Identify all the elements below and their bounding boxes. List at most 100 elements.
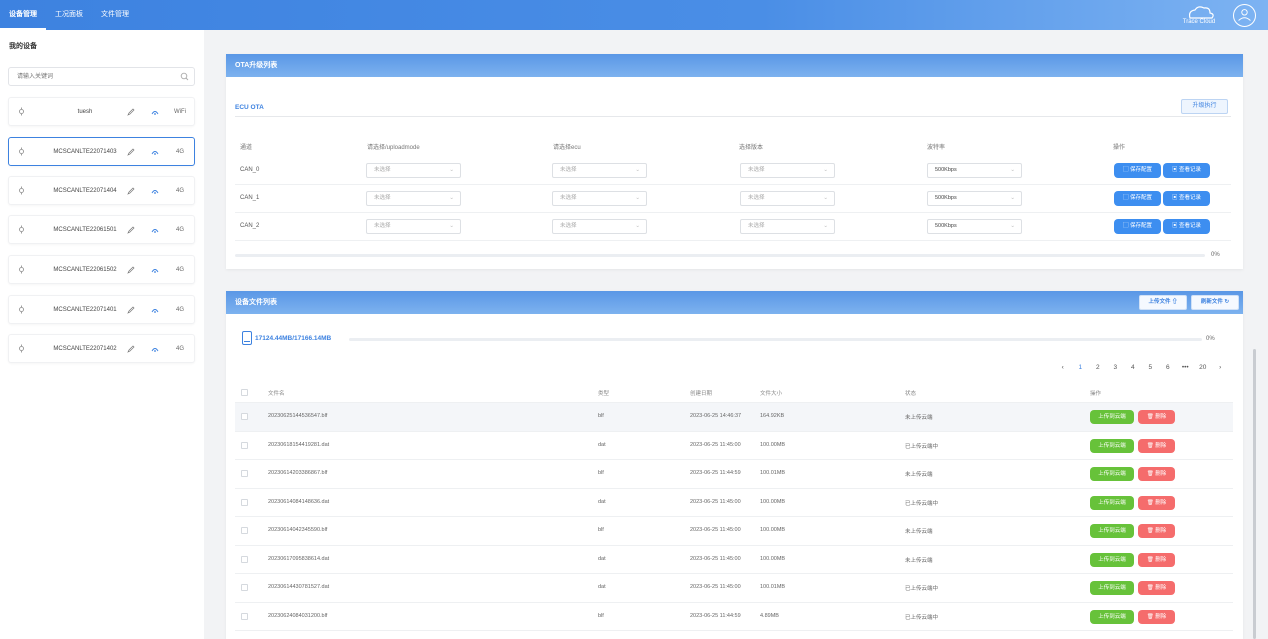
tab-dashboard[interactable]: 工况面板 [46, 0, 92, 30]
upload-mode-select[interactable]: 未选择 ⌄ [366, 219, 461, 234]
device-name: MCSCANLTE22071403 [53, 148, 117, 155]
row-checkbox[interactable] [241, 555, 248, 563]
upload-cloud-button[interactable]: 上传到云端 [1090, 438, 1134, 453]
delete-button[interactable]: 🗑 删除 [1138, 410, 1175, 424]
tab-file-management[interactable]: 文件管理 [92, 0, 138, 30]
user-avatar-icon[interactable] [1233, 4, 1256, 27]
row-checkbox[interactable] [241, 413, 248, 420]
pager-page[interactable]: 3 [1107, 364, 1125, 371]
view-record-button[interactable]: ▣ 查看记录 [1163, 163, 1210, 178]
ota-header-ecu: 请选择ecu [553, 145, 581, 151]
row-checkbox[interactable] [241, 527, 248, 534]
edit-icon[interactable] [127, 226, 135, 234]
row-checkbox[interactable] [241, 470, 248, 477]
device-card[interactable]: MCSCANLTE22071402 4G [8, 334, 195, 363]
file-status: 已上传云端中 [905, 500, 939, 507]
ota-execute-button[interactable]: 升级执行 [1181, 99, 1228, 114]
device-network: 4G [175, 266, 184, 273]
file-size: 100.00MB [760, 441, 786, 448]
device-card[interactable]: tuesh WiFi [8, 97, 195, 126]
upload-mode-value: 未选择 [374, 223, 391, 229]
save-config-button[interactable]: ▢ 保存配置 [1114, 219, 1161, 234]
ota-header-actions: 操作 [1113, 145, 1126, 151]
upload-cloud-button[interactable]: 上传到云端 [1090, 495, 1134, 510]
pager-page[interactable]: 20 [1194, 364, 1212, 371]
upload-file-button[interactable]: 上传文件 ⇧ [1139, 295, 1187, 310]
upload-file-label: 上传文件 [1148, 299, 1171, 305]
view-record-button[interactable]: ▣ 查看记录 [1163, 191, 1210, 206]
refresh-file-button[interactable]: 刷新文件 ↻ [1191, 295, 1239, 310]
device-search-input[interactable] [9, 68, 169, 85]
ota-header-mode: 请选择/uploadmode [367, 145, 420, 151]
row-checkbox[interactable] [241, 441, 248, 449]
ecu-value: 未选择 [560, 167, 577, 173]
pager-prev-icon[interactable]: ‹ [1054, 364, 1072, 371]
delete-button[interactable]: 🗑 删除 [1138, 609, 1175, 624]
file-type: dat [598, 555, 606, 562]
edit-icon[interactable] [127, 345, 135, 353]
row-checkbox[interactable] [241, 584, 248, 591]
device-card[interactable]: MCSCANLTE22071403 4G [8, 137, 195, 166]
save-config-button[interactable]: ▢ 保存配置 [1114, 163, 1161, 178]
delete-button[interactable]: 🗑 删除 [1138, 467, 1175, 481]
pager-page[interactable]: 1 [1072, 364, 1090, 371]
device-card[interactable]: MCSCANLTE22071401 4G [8, 295, 195, 324]
edit-icon[interactable] [127, 148, 135, 156]
version-select[interactable]: 未选择 ⌄ [740, 191, 835, 206]
ota-row: CAN_1 未选择 ⌄ 未选择 ⌄ 未选择 ⌄ 500Kbps ⌄ ▢ 保存配置 ▣ 查看记录 [235, 185, 1231, 213]
delete-button[interactable]: 🗑 删除 [1138, 495, 1175, 510]
baud-select[interactable]: 500Kbps ⌄ [927, 219, 1022, 234]
edit-icon[interactable] [127, 187, 135, 195]
upload-cloud-button[interactable]: 上传到云端 [1090, 609, 1134, 624]
pager-page[interactable]: 2 [1089, 364, 1107, 371]
delete-button[interactable]: 🗑 删除 [1138, 524, 1175, 538]
delete-button[interactable]: 🗑 删除 [1138, 552, 1175, 567]
edit-icon[interactable] [127, 306, 135, 314]
view-record-button[interactable]: ▣ 查看记录 [1163, 219, 1210, 234]
ecu-select[interactable]: 未选择 ⌄ [552, 191, 647, 206]
device-network: 4G [175, 345, 184, 352]
upload-cloud-button[interactable]: 上传到云端 [1090, 581, 1134, 595]
ecu-select[interactable]: 未选择 ⌄ [552, 219, 647, 234]
delete-button[interactable]: 🗑 删除 [1138, 581, 1175, 595]
refresh-icon: ↻ [1224, 299, 1230, 305]
ota-panel-title: OTA升级列表 [226, 54, 1243, 77]
pager-ellipsis[interactable]: ••• [1177, 364, 1195, 371]
device-card[interactable]: MCSCANLTE22061502 4G [8, 255, 195, 284]
version-select[interactable]: 未选择 ⌄ [740, 163, 835, 178]
upload-cloud-button[interactable]: 上传到云端 [1090, 410, 1134, 424]
pager-page[interactable]: 4 [1124, 364, 1142, 371]
upload-cloud-button[interactable]: 上传到云端 [1090, 467, 1134, 481]
file-type: blf [598, 612, 604, 619]
file-name: 20230614203386867.blf [268, 470, 328, 476]
upload-mode-select[interactable]: 未选择 ⌄ [366, 163, 461, 178]
file-name: 20230624084031200.blf [268, 612, 328, 619]
page-scrollbar[interactable] [1253, 349, 1256, 639]
upload-cloud-button[interactable]: 上传到云端 [1090, 552, 1134, 567]
select-all-checkbox[interactable] [241, 389, 248, 396]
upload-mode-select[interactable]: 未选择 ⌄ [366, 191, 461, 206]
upload-cloud-button[interactable]: 上传到云端 [1090, 524, 1134, 538]
search-icon[interactable] [180, 72, 189, 81]
pager-next-icon[interactable]: › [1212, 364, 1230, 371]
tab-device-management[interactable]: 设备管理 [0, 0, 46, 30]
device-name: MCSCANLTE22071401 [53, 306, 117, 313]
delete-button[interactable]: 🗑 删除 [1138, 438, 1175, 453]
edit-icon[interactable] [127, 266, 135, 274]
baud-select[interactable]: 500Kbps ⌄ [927, 191, 1022, 206]
device-status-icon [19, 225, 24, 234]
delete-label: 删除 [1155, 414, 1167, 420]
upload-mode-value: 未选择 [374, 195, 391, 201]
baud-select[interactable]: 500Kbps ⌄ [927, 163, 1022, 178]
version-select[interactable]: 未选择 ⌄ [740, 219, 835, 234]
row-checkbox[interactable] [241, 612, 248, 620]
row-checkbox[interactable] [241, 498, 248, 506]
pager-page[interactable]: 5 [1142, 364, 1160, 371]
ecu-select[interactable]: 未选择 ⌄ [552, 163, 647, 178]
edit-icon[interactable] [127, 108, 135, 116]
device-card[interactable]: MCSCANLTE22071404 4G [8, 176, 195, 205]
save-config-button[interactable]: ▢ 保存配置 [1114, 191, 1161, 206]
storage-disk-icon [242, 331, 252, 345]
pager-page[interactable]: 6 [1159, 364, 1177, 371]
device-card[interactable]: MCSCANLTE22061501 4G [8, 215, 195, 244]
